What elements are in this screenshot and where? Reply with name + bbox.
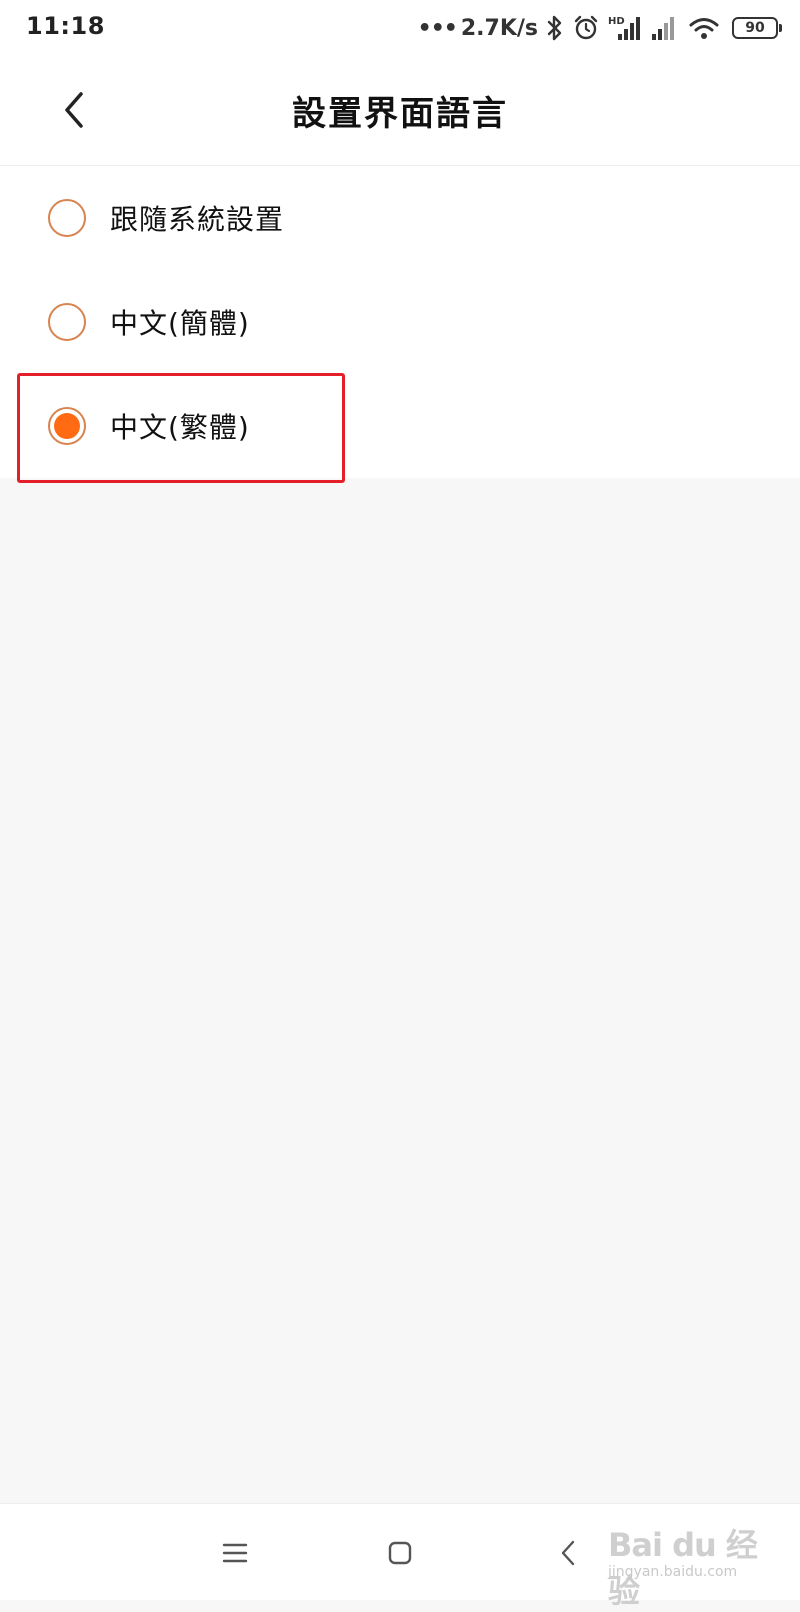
hd-signal-icon: HD [608, 14, 642, 42]
nav-back-button[interactable] [545, 1530, 591, 1576]
radio-button-selected[interactable] [48, 407, 86, 445]
status-dots: ••• [417, 15, 458, 41]
radio-button[interactable] [48, 303, 86, 341]
option-label: 中文(繁體) [110, 411, 250, 444]
status-bar: 11:18 ••• 2.7K/s HD 90 [0, 0, 800, 58]
page-title: 設置界面語言 [292, 94, 508, 134]
radio-button[interactable] [48, 199, 86, 237]
menu-icon [222, 1543, 248, 1563]
option-simplified-chinese[interactable]: 中文(簡體) [0, 270, 800, 374]
option-label: 中文(簡體) [110, 307, 250, 340]
status-time: 11:18 [26, 12, 105, 40]
battery-icon: 90 [732, 17, 782, 39]
option-label: 跟隨系統設置 [110, 203, 285, 236]
header: 設置界面語言 [0, 58, 800, 166]
option-traditional-chinese[interactable]: 中文(繁體) [0, 374, 800, 478]
network-speed: 2.7K/s [460, 15, 538, 41]
option-follow-system[interactable]: 跟隨系統設置 [0, 166, 800, 270]
watermark-sub: jingyan.baidu.com [608, 1564, 738, 1580]
status-icons: ••• 2.7K/s HD 90 [417, 10, 782, 46]
home-icon [388, 1541, 412, 1565]
wifi-icon [688, 14, 720, 42]
signal-icon [650, 14, 680, 42]
alarm-icon [572, 14, 600, 42]
home-button[interactable] [377, 1530, 423, 1576]
bluetooth-icon [546, 14, 564, 42]
back-icon [561, 1540, 575, 1566]
svg-text:HD: HD [608, 16, 625, 27]
language-options: 跟隨系統設置 中文(簡體) 中文(繁體) [0, 166, 800, 478]
baidu-watermark: Bai du 经验 jingyan.baidu.com [600, 1508, 760, 1610]
battery-level: 90 [745, 20, 765, 36]
menu-button[interactable] [212, 1530, 258, 1576]
